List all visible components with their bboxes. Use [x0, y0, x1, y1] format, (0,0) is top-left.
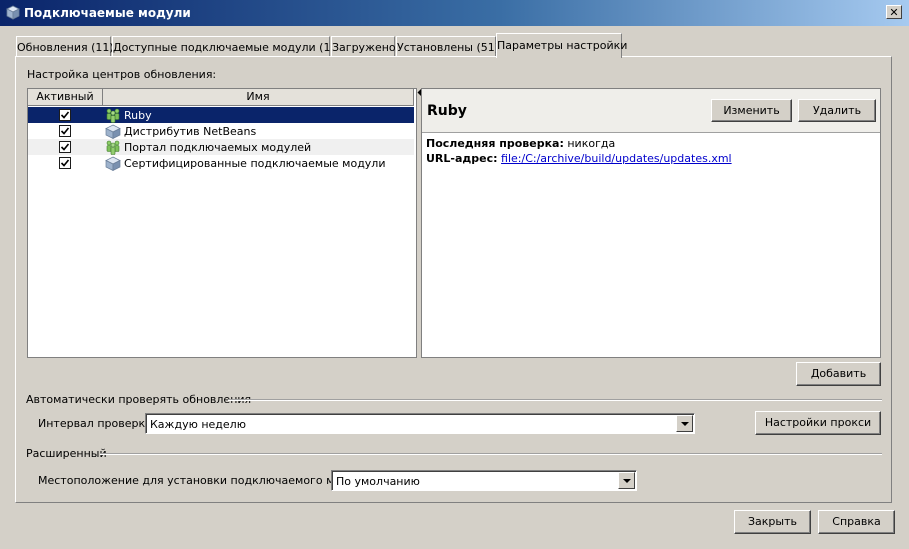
chevron-down-icon[interactable]: [676, 415, 693, 432]
column-header-active[interactable]: Активный: [28, 89, 103, 106]
tab-label: Доступные подключаемые модули (156): [113, 41, 349, 54]
window-title: Подключаемые модули: [24, 6, 191, 20]
table-row[interactable]: Сертифицированные подключаемые модули: [28, 155, 414, 171]
column-header-name[interactable]: Имя: [103, 89, 414, 106]
help-button[interactable]: Справка: [818, 510, 895, 534]
tab-label: Обновления (11): [17, 41, 114, 54]
tab-downloaded[interactable]: Загружено: [331, 36, 396, 57]
table-row[interactable]: Портал подключаемых модулей: [28, 139, 414, 155]
delete-button[interactable]: Удалить: [798, 99, 876, 122]
tab-updates[interactable]: Обновления (11): [16, 36, 114, 57]
close-button[interactable]: Закрыть: [734, 510, 811, 534]
column-header-label: Активный: [36, 90, 94, 103]
close-window-button[interactable]: ✕: [886, 5, 902, 19]
button-label: Изменить: [723, 104, 780, 117]
details-panel: Ruby Изменить Удалить Последняя проверка…: [421, 88, 881, 358]
section-divider: [100, 453, 882, 455]
interval-value: Каждую неделю: [150, 418, 246, 431]
update-centers-label: Настройка центров обновления:: [27, 68, 217, 81]
table-row[interactable]: Дистрибутив NetBeans: [28, 123, 414, 139]
row-name: Сертифицированные подключаемые модули: [124, 157, 386, 170]
table-row[interactable]: Ruby: [28, 107, 414, 123]
add-button[interactable]: Добавить: [796, 362, 881, 386]
active-checkbox[interactable]: [59, 157, 71, 169]
url-line: URL-адрес: file:/C:/archive/build/update…: [426, 152, 732, 165]
auto-check-section-label: Автоматически проверять обновления: [26, 393, 252, 406]
details-title: Ruby: [427, 103, 467, 119]
proxy-settings-button[interactable]: Настройки прокси: [755, 411, 881, 435]
active-checkbox[interactable]: [59, 141, 71, 153]
update-centers-table[interactable]: Активный Имя Ruby Дистрибутив NetBeans П…: [27, 88, 417, 358]
title-bar: Подключаемые модули ✕: [0, 0, 909, 26]
close-icon: ✕: [889, 6, 899, 19]
row-name: Ruby: [124, 109, 152, 122]
details-header: Ruby Изменить Удалить: [422, 89, 880, 133]
chevron-down-icon[interactable]: [618, 472, 635, 489]
tab-available-plugins[interactable]: Доступные подключаемые модули (156): [112, 36, 349, 57]
column-header-label: Имя: [246, 90, 270, 103]
button-label: Удалить: [812, 104, 862, 117]
people-icon: [106, 108, 120, 123]
location-label: Местоположение для установки подключаемо…: [38, 474, 369, 487]
last-check-value: никогда: [567, 137, 616, 150]
row-name: Портал подключаемых модулей: [124, 141, 312, 154]
button-label: Закрыть: [748, 515, 797, 528]
interval-label: Интервал проверки:: [38, 417, 156, 430]
button-label: Добавить: [810, 367, 867, 380]
cube-icon: [6, 5, 20, 20]
interval-select[interactable]: Каждую неделю: [145, 413, 695, 434]
active-checkbox[interactable]: [59, 109, 71, 121]
tab-settings[interactable]: Параметры настройки: [496, 33, 627, 58]
location-value: По умолчанию: [336, 475, 420, 488]
people-icon: [106, 140, 120, 155]
location-select[interactable]: По умолчанию: [331, 470, 637, 491]
url-label: URL-адрес:: [426, 152, 498, 165]
row-name: Дистрибутив NetBeans: [124, 125, 257, 138]
button-label: Справка: [832, 515, 881, 528]
section-divider: [228, 399, 882, 401]
tab-label: Установлены (51): [397, 41, 500, 54]
active-checkbox[interactable]: [59, 125, 71, 137]
button-label: Настройки прокси: [764, 416, 872, 429]
edit-button[interactable]: Изменить: [711, 99, 792, 122]
tab-label: Загружено: [332, 41, 396, 54]
last-check-line: Последняя проверка: никогда: [426, 137, 615, 150]
tab-label: Параметры настройки: [497, 39, 628, 52]
last-check-label: Последняя проверка:: [426, 137, 564, 150]
cube-icon: [105, 156, 121, 171]
advanced-section-label: Расширенный: [26, 447, 107, 460]
cube-icon: [105, 124, 121, 139]
url-link[interactable]: file:/C:/archive/build/updates/updates.x…: [501, 152, 732, 165]
tab-installed[interactable]: Установлены (51): [396, 36, 500, 57]
